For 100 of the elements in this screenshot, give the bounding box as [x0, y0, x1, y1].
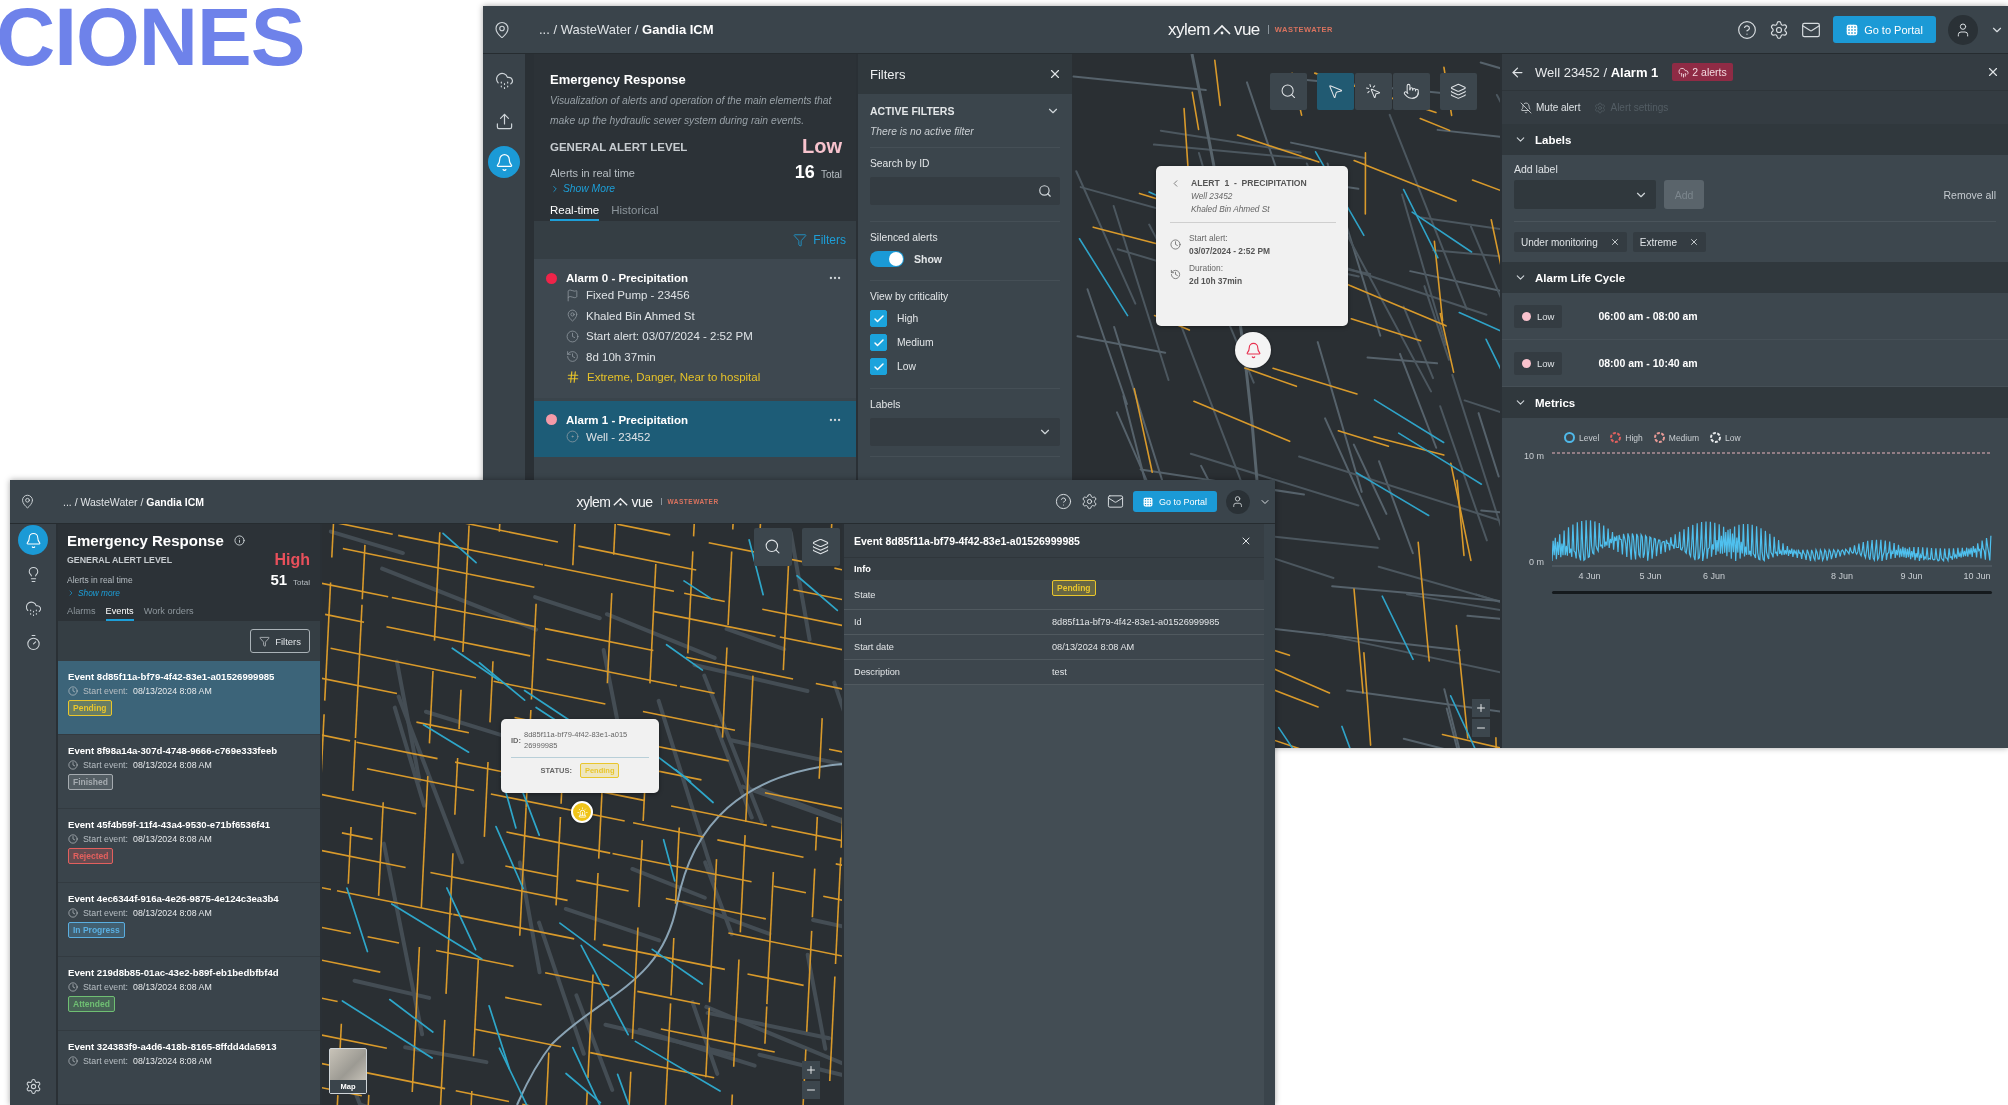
- layers-icon: [812, 538, 830, 556]
- bell-icon: [1244, 341, 1262, 359]
- start-label: Start event:: [83, 982, 128, 992]
- search-field[interactable]: [870, 177, 1060, 205]
- settings-icon[interactable]: [24, 1078, 42, 1095]
- zoom-out-button[interactable]: [802, 1081, 820, 1099]
- zoom-out-button[interactable]: [1472, 719, 1490, 737]
- start-label: Start event:: [83, 908, 128, 918]
- user-icon: [1231, 494, 1245, 509]
- toggle-switch[interactable]: [870, 250, 904, 267]
- count-unit: Total: [293, 578, 310, 587]
- axis-label: 10 Jun: [1963, 571, 1991, 581]
- location-pin-icon[interactable]: [20, 494, 35, 509]
- map-tool-button[interactable]: [802, 528, 840, 566]
- event-card[interactable]: Event 8d85f11a-bf79-4f42-83e1-a01526999985 Start event: 08/13/2024 8:08 AM Pending: [58, 661, 320, 735]
- map-tool-button[interactable]: [1440, 73, 1477, 110]
- remove-icon[interactable]: [1688, 237, 1699, 247]
- checkbox[interactable]: [870, 310, 887, 327]
- checkbox-label: Low: [897, 361, 916, 372]
- filters-link[interactable]: Filters: [793, 233, 846, 247]
- field-label: Id: [854, 617, 863, 627]
- tab[interactable]: Work orders: [143, 606, 194, 621]
- event-title: Event 8d85f11a-bf79-4f42-83e1-a01526999985: [68, 671, 276, 682]
- layers-icon: [1450, 83, 1467, 100]
- section-title: Alarm Life Cycle: [1535, 271, 1626, 284]
- field-label: State: [854, 589, 877, 600]
- map-tool-button[interactable]: [1270, 73, 1307, 110]
- start-value: 08/13/2024 8:08 AM: [133, 908, 212, 918]
- popup-address: Khaled Bin Ahmed St: [1191, 204, 1271, 214]
- status-badge: Finished: [68, 774, 113, 790]
- field-value: test: [1052, 667, 1068, 677]
- rail-button[interactable]: [488, 146, 520, 178]
- help-icon[interactable]: [1055, 493, 1072, 510]
- alarm-card[interactable]: Alarm 0 - Precipitation Fixed Pump - 23456 Khaled Bin Ahmed St Start alert: 03/07/2024 - 2:52 PM 8d 10h 37min Extreme, Danger, Near to hospital: [534, 259, 856, 398]
- map-tool-button[interactable]: [1355, 73, 1392, 110]
- help-icon[interactable]: [1737, 19, 1757, 40]
- logo-mark-icon: [1212, 23, 1231, 36]
- status-badge: Rejected: [68, 848, 114, 864]
- empty-filter-text: There is no active filter: [870, 126, 975, 137]
- remove-all-button[interactable]: Remove all: [1943, 188, 1996, 201]
- info-icon[interactable]: [233, 535, 245, 546]
- clock-icon: [68, 686, 78, 696]
- alarm-detail: 8d 10h 37min: [586, 350, 656, 363]
- alarm-detail: Khaled Bin Ahmed St: [586, 309, 695, 322]
- field-label: Add label: [1514, 163, 1559, 175]
- start-value: 08/13/2024 8:08 AM: [133, 834, 212, 844]
- mail-icon[interactable]: [1107, 493, 1124, 510]
- plus-icon: [1475, 702, 1487, 714]
- event-title: Event 219d8b85-01ac-43e2-b89f-eb1bedbfbf4d: [68, 967, 280, 978]
- action-button[interactable]: Mute alert: [1520, 101, 1581, 114]
- user-avatar[interactable]: [1226, 489, 1250, 514]
- close-icon[interactable]: [1986, 65, 2000, 79]
- breadcrumb: ... / WasteWater / Gandia ICM: [63, 495, 204, 508]
- map-tool-button[interactable]: [1317, 73, 1354, 110]
- checkbox[interactable]: [870, 358, 887, 375]
- chevron-icon: [550, 183, 560, 194]
- alarm-card[interactable]: Alarm 1 - Precipitation Well - 23452: [534, 400, 856, 457]
- funnel-icon: [259, 635, 271, 647]
- alert-level-label: GENERAL ALERT LEVEL: [67, 555, 173, 565]
- zoom-in-button[interactable]: [1472, 699, 1490, 717]
- product-name: vue: [631, 493, 653, 510]
- alert-marker[interactable]: [1235, 332, 1271, 368]
- map-tool-button[interactable]: [754, 528, 792, 566]
- axis-label: 0 m: [1529, 557, 1544, 567]
- start-label: Start event:: [83, 1056, 128, 1066]
- panel-title: Emergency Response: [67, 532, 224, 549]
- user-avatar[interactable]: [1948, 14, 1978, 45]
- tab[interactable]: Historical: [611, 204, 659, 221]
- settings-icon[interactable]: [1769, 19, 1789, 40]
- hash-icon: [566, 370, 580, 385]
- show-more-link[interactable]: Show More: [550, 183, 616, 194]
- tab[interactable]: Alarms: [67, 606, 96, 621]
- event-card[interactable]: Event 8f98a14a-307d-4748-9666-c769e333feeb Start event: 08/13/2024 8:08 AM Finished: [58, 735, 320, 809]
- close-icon[interactable]: [1048, 67, 1062, 81]
- remove-icon[interactable]: [1609, 237, 1620, 247]
- event-card[interactable]: Event 219d8b85-01ac-43e2-b89f-eb1bedbfbf4d Start event: 08/13/2024 8:08 AM Attended: [58, 957, 320, 1031]
- section-title: Info: [854, 564, 871, 574]
- start-value: 08/13/2024 8:08 AM: [133, 1056, 212, 1066]
- chevron-icon: [67, 589, 75, 597]
- zoom-in-button[interactable]: [802, 1061, 820, 1079]
- cloud-icon: [1678, 66, 1690, 78]
- panel-title: Emergency Response: [550, 72, 687, 87]
- filters-button[interactable]: Filters: [250, 629, 310, 653]
- event-marker[interactable]: [571, 801, 593, 823]
- event-card[interactable]: Event 45f4b59f-11f4-43a4-9530-e71bf6536f41 Start event: 08/13/2024 8:08 AM Rejected: [58, 809, 320, 883]
- axis-label: 8 Jun: [1830, 571, 1853, 581]
- filters-title: Filters: [870, 66, 906, 82]
- field-label: Start date: [854, 642, 895, 652]
- settings-icon[interactable]: [1081, 493, 1098, 510]
- rail-button[interactable]: [18, 525, 48, 555]
- checkbox[interactable]: [870, 334, 887, 351]
- history-icon: [1170, 269, 1181, 280]
- clock-icon: [68, 982, 78, 992]
- location-pin-icon[interactable]: [493, 20, 511, 39]
- alert-level-value: High: [274, 551, 310, 569]
- show-more-link[interactable]: Show more: [67, 588, 120, 598]
- pin-icon: [566, 309, 579, 323]
- event-card[interactable]: Event 4ec6344f-916a-4e26-9875-4e124c3ea3b4 Start event: 08/13/2024 8:08 AM In Progress: [58, 883, 320, 957]
- alerts-badge: 2 alerts: [1672, 63, 1733, 81]
- map-tool-button[interactable]: [1393, 73, 1430, 110]
